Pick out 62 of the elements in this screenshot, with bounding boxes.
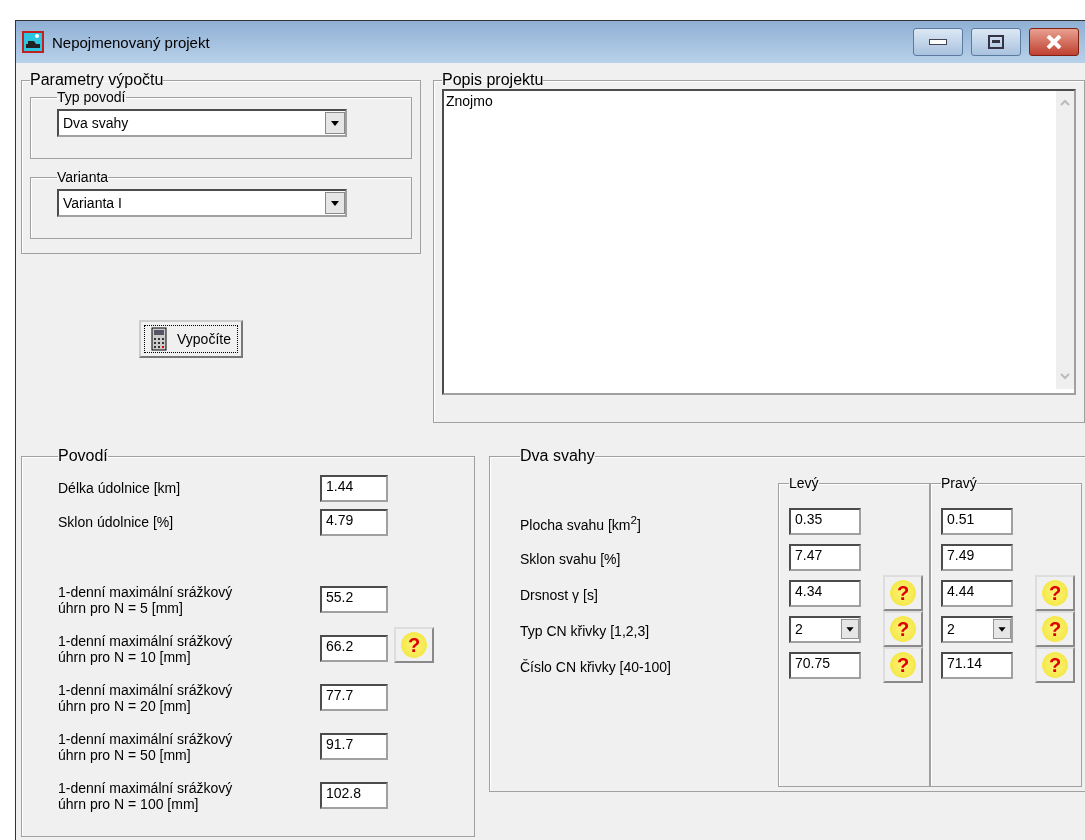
field-label: Sklon svahu [%] (520, 551, 621, 567)
field-label: Typ CN křivky [1,2,3] (520, 623, 650, 639)
close-button[interactable] (1029, 28, 1079, 56)
group-title: Levý (789, 475, 819, 491)
field-label: Délka údolnice [km] (58, 480, 182, 496)
help-button[interactable]: ? (1035, 647, 1075, 683)
maximize-button[interactable] (971, 28, 1021, 56)
scrollbar[interactable] (1056, 91, 1074, 389)
input-field[interactable]: 7.47 (789, 543, 861, 571)
input-field[interactable]: 0.35 (789, 507, 861, 535)
field-label: Drsnost γ [s] (520, 587, 598, 603)
minimize-button[interactable] (913, 28, 963, 56)
input-field[interactable]: 77.7 (320, 684, 388, 711)
field-label: 1-denní maximální srážkový úhrn pro N = 100 [mm] (58, 779, 234, 812)
input-field[interactable]: 4.44 (941, 579, 1013, 607)
dropdown[interactable]: 2 (789, 615, 861, 643)
dropdown[interactable]: Varianta I (57, 189, 347, 217)
input-field[interactable]: 1.44 (320, 474, 388, 502)
input-field[interactable]: 66.2 (320, 635, 388, 662)
group-title: Popis projektu (442, 71, 544, 89)
input-field[interactable]: 102.8 (320, 782, 388, 809)
input-field[interactable]: 91.7 (320, 733, 388, 760)
group-title: Povodí (58, 447, 108, 465)
help-button[interactable]: ? (883, 611, 923, 647)
help-button[interactable]: ? (1035, 575, 1075, 611)
app-icon (22, 31, 44, 53)
help-button[interactable]: ? (1035, 611, 1075, 647)
input-field[interactable]: 4.79 (320, 508, 388, 536)
dropdown[interactable]: 2 (941, 615, 1013, 643)
input-field[interactable]: 4.34 (789, 579, 861, 607)
help-button[interactable]: ? (394, 627, 434, 663)
input-field[interactable]: 71.14 (941, 651, 1013, 679)
help-button[interactable]: ? (883, 575, 923, 611)
window-title: Nepojmenovaný projekt (52, 33, 211, 51)
caret-icon[interactable] (325, 112, 345, 134)
minimize-icon (929, 39, 947, 45)
field-label: 1-denní maximální srážkový úhrn pro N = 20 [mm] (58, 681, 234, 714)
description-field[interactable]: Znojmo (442, 89, 1076, 395)
group-title: Typ povodí (57, 89, 126, 105)
input-field[interactable]: 55.2 (320, 586, 388, 613)
field-label: Číslo CN křivky [40-100] (520, 659, 671, 675)
field-label: 1-denní maximální srážkový úhrn pro N = 5 [mm] (58, 583, 234, 616)
maximize-icon (988, 35, 1004, 49)
group-title: Pravý (941, 475, 977, 491)
caret-icon[interactable] (993, 619, 1011, 639)
close-icon (1046, 35, 1062, 49)
input-field[interactable]: 0.51 (941, 507, 1013, 535)
input-field[interactable]: 7.49 (941, 543, 1013, 571)
group-title: Parametry výpočtu (30, 71, 164, 89)
help-button[interactable]: ? (883, 647, 923, 683)
calculator-icon (151, 326, 167, 351)
group-title: Dva svahy (520, 447, 595, 465)
caret-icon[interactable] (841, 619, 859, 639)
dropdown[interactable]: Dva svahy (57, 109, 347, 137)
field-label: Sklon údolnice [%] (58, 514, 175, 530)
group-title: Varianta (57, 169, 109, 185)
field-label: Plocha svahu [km$^{2}$] (520, 513, 641, 533)
field-label: 1-denní maximální srážkový úhrn pro N = 50 [mm] (58, 730, 234, 763)
input-field[interactable]: 70.75 (789, 651, 861, 679)
compute-button[interactable]: Vypočíte (139, 319, 243, 358)
field-label: 1-denní maximální srážkový úhrn pro N = 10 [mm] (58, 632, 234, 665)
caret-icon[interactable] (325, 192, 345, 214)
